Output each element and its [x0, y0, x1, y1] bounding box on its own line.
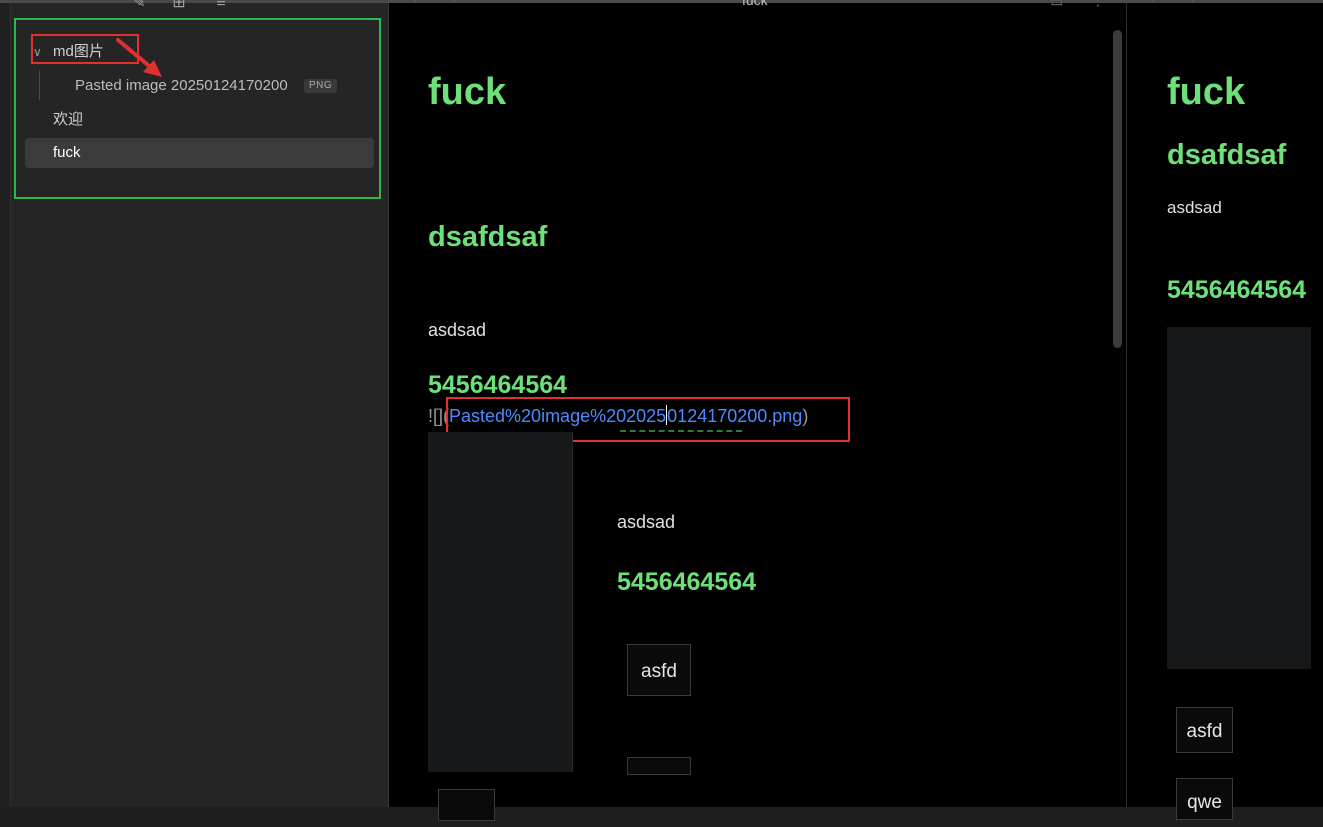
preview-nav-forward-icon[interactable]: › [1190, 0, 1196, 9]
ribbon-strip [0, 3, 11, 807]
heading-2: dsafdsaf [428, 221, 548, 253]
collapse-icon[interactable]: ⌃ [249, 0, 269, 12]
paragraph-text: asdsad [428, 320, 487, 340]
editor-scrollbar[interactable] [1113, 30, 1122, 348]
preview-cell: qwe [1176, 778, 1233, 820]
sort-icon[interactable]: ≡ [211, 0, 231, 12]
more-options-icon[interactable]: ⋮ [1090, 0, 1106, 10]
preview-heading-2: dsafdsaf [1167, 139, 1287, 171]
nav-back-icon[interactable]: ‹ [412, 0, 418, 9]
new-folder-icon[interactable]: ⊞ [169, 0, 189, 12]
new-note-icon[interactable]: ✎ [129, 0, 149, 12]
annotation-red-arrow [116, 38, 162, 77]
preview-nav-back-icon[interactable]: ‹ [1150, 0, 1156, 9]
editor-cell-partial [438, 789, 495, 821]
preview-embedded-image [1167, 327, 1311, 669]
embed-cell-partial [627, 757, 691, 775]
heading-1: fuck [428, 71, 507, 113]
preview-heading-1: fuck [1167, 71, 1246, 113]
embed-cell: asfd [627, 644, 691, 696]
reading-view-icon[interactable]: ⊟ [1050, 0, 1063, 10]
embedded-image-preview [428, 432, 573, 772]
preview-paragraph: asdsad [1167, 198, 1222, 217]
heading-3: 5456464564 [428, 371, 568, 399]
preview-cell: asfd [1176, 707, 1233, 753]
tab-title: fuck [742, 0, 768, 8]
preview-heading-3: 5456464564 [1167, 276, 1307, 304]
nav-forward-icon[interactable]: › [452, 0, 458, 9]
embed-heading-3: 5456464564 [617, 568, 757, 596]
embed-paragraph: asdsad [617, 512, 676, 532]
